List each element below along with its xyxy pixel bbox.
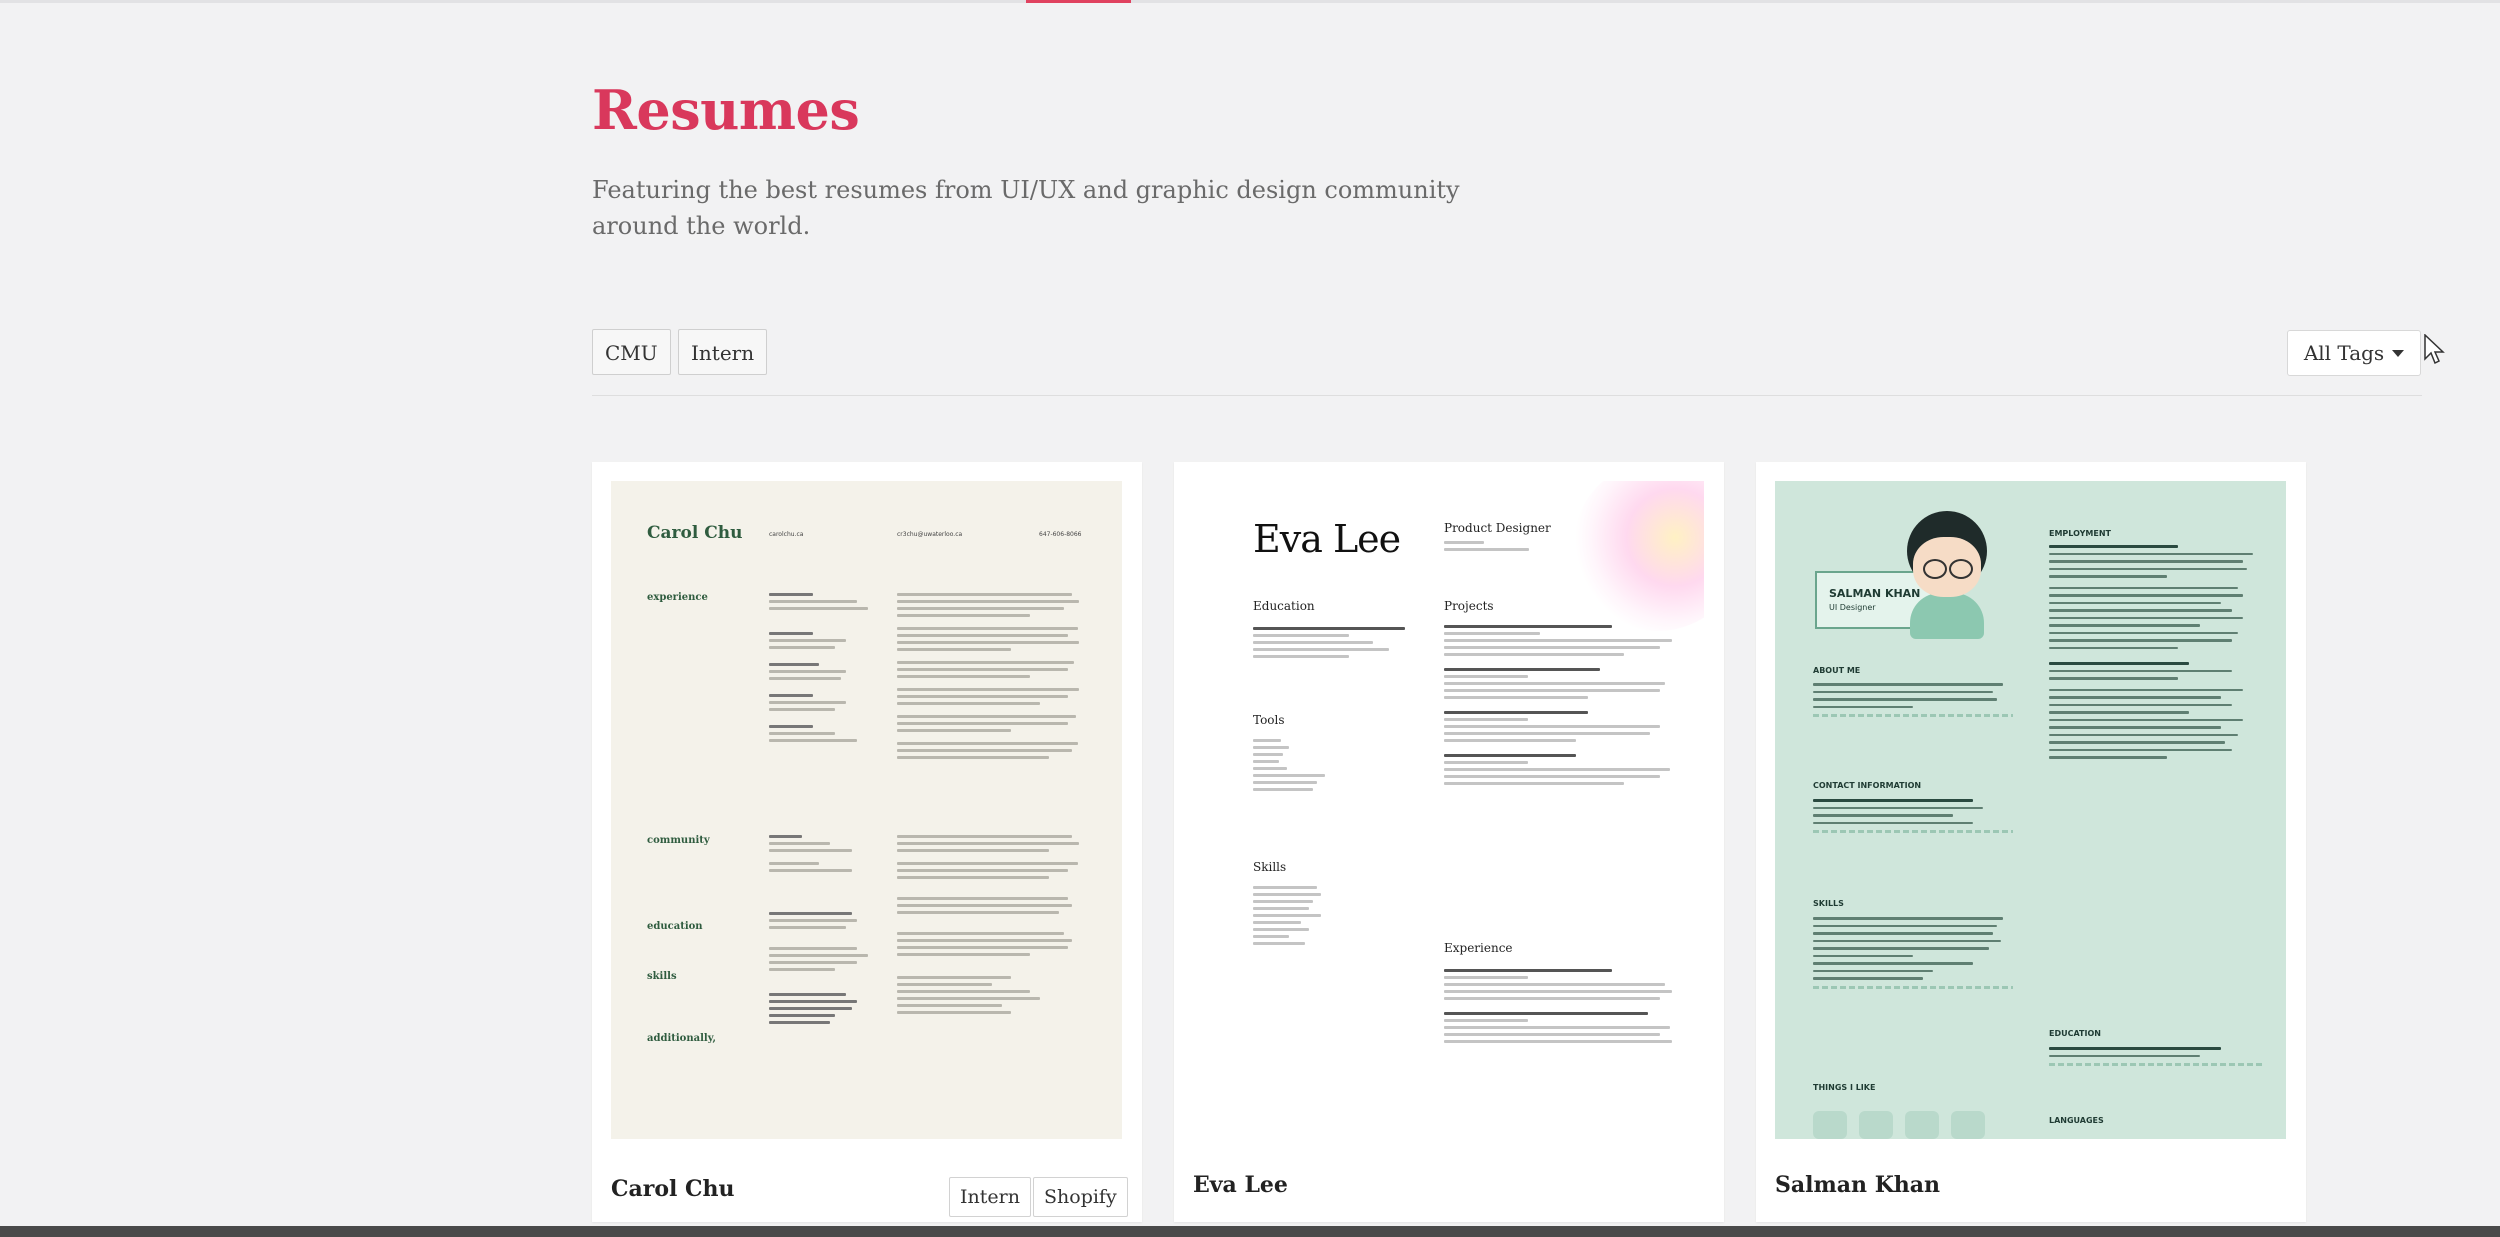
preview-section: Experience (1444, 941, 1513, 955)
preview-text-block (897, 835, 1087, 1018)
preview-name: SALMAN KHAN (1829, 587, 1921, 600)
preview-section: experience (647, 592, 708, 603)
caret-down-icon (2392, 349, 2405, 357)
page-title: Resumes (592, 78, 860, 142)
preview-section: community (647, 835, 710, 846)
resume-card-eva-lee[interactable]: Eva Lee Product Designer Education Proje… (1174, 462, 1724, 1222)
hobby-icon (1951, 1111, 1985, 1139)
preview-contact: cr3chu@uwaterloo.ca (897, 531, 963, 538)
preview-section: skills (647, 971, 677, 982)
preview-section: additionally, (647, 1033, 717, 1044)
avatar-illustration (1910, 593, 1984, 639)
preview-section: Education (1253, 599, 1315, 613)
preview-role: UI Designer (1829, 603, 1876, 612)
hobby-icon (1813, 1111, 1847, 1139)
card-tag-shopify[interactable]: Shopify (1033, 1177, 1128, 1217)
top-nav-border (0, 0, 2500, 3)
preview-text-block (1253, 627, 1413, 662)
preview-text-block (769, 835, 879, 1028)
filter-divider (592, 395, 2422, 396)
mouse-pointer-icon (2424, 334, 2445, 365)
card-title[interactable]: Carol Chu (611, 1176, 735, 1202)
tag-filter-intern[interactable]: Intern (678, 329, 768, 375)
preview-section: EMPLOYMENT (2049, 529, 2111, 538)
preview-text-block (1253, 739, 1333, 795)
resume-thumbnail[interactable]: Carol Chu carolchu.ca cr3chu@uwaterloo.c… (611, 481, 1122, 1139)
preview-section: EDUCATION (2049, 1029, 2101, 1038)
bottom-bar (0, 1226, 2500, 1237)
preview-section: Projects (1444, 599, 1494, 613)
page-subtitle: Featuring the best resumes from UI/UX an… (592, 176, 1460, 240)
preview-section: education (647, 921, 703, 932)
preview-section: CONTACT INFORMATION (1813, 781, 1922, 790)
preview-name: Carol Chu (647, 523, 743, 543)
preview-section: ABOUT ME (1813, 666, 1861, 675)
hobby-icon (1859, 1111, 1893, 1139)
preview-text-block (2049, 545, 2264, 764)
card-title[interactable]: Salman Khan (1775, 1172, 1940, 1198)
preview-section: SKILLS (1813, 899, 1844, 908)
tag-filter-cmu[interactable]: CMU (592, 329, 671, 375)
card-tag-intern[interactable]: Intern (949, 1177, 1031, 1217)
preview-name: Eva Lee (1253, 517, 1401, 561)
preview-text-block (1444, 625, 1684, 789)
preview-text-block (1253, 886, 1333, 949)
preview-section: Tools (1253, 713, 1285, 727)
preview-section: THINGS I LIKE (1813, 1083, 1876, 1092)
resume-thumbnail[interactable]: Eva Lee Product Designer Education Proje… (1193, 481, 1704, 1139)
glasses-icon (1949, 559, 1973, 579)
glasses-icon (1923, 559, 1947, 579)
preview-decoration (1573, 481, 1704, 631)
preview-text-block (769, 593, 879, 746)
preview-text-block (1444, 969, 1684, 1047)
preview-text-block (897, 593, 1087, 763)
resume-card-salman-khan[interactable]: SALMAN KHAN UI Designer EMPLOYMENT ABOUT… (1756, 462, 2306, 1222)
preview-text-block (1444, 541, 1544, 555)
preview-role: Product Designer (1444, 521, 1551, 535)
preview-text-block (1813, 683, 2013, 723)
all-tags-label: All Tags (2303, 341, 2385, 365)
card-title[interactable]: Eva Lee (1193, 1172, 1288, 1198)
resume-thumbnail[interactable]: SALMAN KHAN UI Designer EMPLOYMENT ABOUT… (1775, 481, 2286, 1139)
preview-text-block (1813, 799, 2013, 839)
active-nav-indicator (1026, 0, 1131, 3)
preview-contact: carolchu.ca (769, 531, 804, 538)
hobby-icon (1905, 1111, 1939, 1139)
preview-text-block (2049, 1047, 2264, 1072)
preview-contact: 647-606-8066 (1039, 531, 1082, 538)
all-tags-dropdown[interactable]: All Tags (2287, 330, 2421, 376)
preview-section: Skills (1253, 860, 1287, 874)
preview-section: LANGUAGES (2049, 1116, 2104, 1125)
resume-card-carol-chu[interactable]: Carol Chu carolchu.ca cr3chu@uwaterloo.c… (592, 462, 1142, 1222)
preview-text-block (1813, 917, 2013, 995)
